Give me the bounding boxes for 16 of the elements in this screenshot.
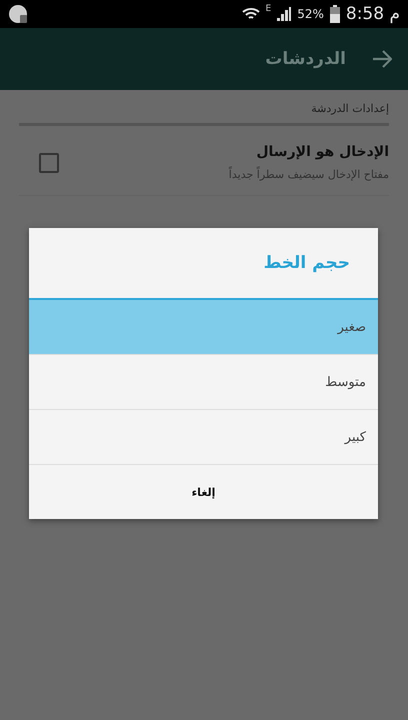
section-header: إعدادات الدردشة (19, 90, 389, 126)
font-size-option[interactable]: صغير (29, 300, 378, 355)
font-size-option[interactable]: كبير (29, 410, 378, 465)
toolbar-title: الدردشات (265, 49, 346, 69)
network-type: E (266, 4, 272, 14)
font-size-option[interactable]: متوسط (29, 355, 378, 410)
battery-icon (330, 5, 340, 23)
back-arrow-icon[interactable] (372, 50, 392, 68)
checkbox[interactable] (39, 152, 59, 172)
setting-title: الإدخال هو الإرسال (255, 144, 389, 160)
clock: م 8:58 (346, 4, 400, 24)
cancel-button[interactable]: إلغاء (29, 465, 378, 519)
app-icon (8, 4, 28, 24)
setting-description: مفتاح الإدخال سيضيف سطراً جديداً (228, 168, 389, 181)
battery-percent: 52% (297, 7, 324, 21)
signal-icon (277, 7, 292, 21)
